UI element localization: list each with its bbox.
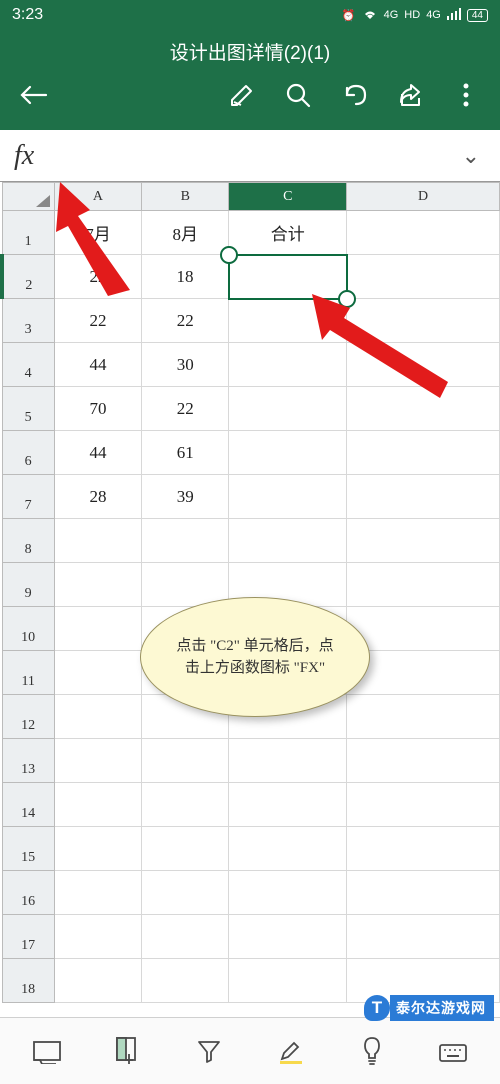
row-header-4[interactable]: 4 <box>2 343 54 387</box>
document-title: 设计出图详情(2)(1) <box>0 30 500 77</box>
filter-button[interactable] <box>187 1029 231 1073</box>
hd-icon: HD <box>404 9 420 21</box>
cell-a1[interactable]: 7月 <box>54 211 141 255</box>
status-bar: 3:23 ⏰ 4G HD 4G 44 <box>0 0 500 30</box>
row-header-17[interactable]: 17 <box>2 915 54 959</box>
cell-b3[interactable]: 22 <box>142 299 229 343</box>
more-button[interactable] <box>448 77 484 113</box>
row-header-3[interactable]: 3 <box>2 299 54 343</box>
alarm-icon: ⏰ <box>342 9 356 22</box>
col-header-b[interactable]: B <box>142 183 229 211</box>
share-button[interactable] <box>392 77 428 113</box>
watermark-badge: T <box>364 995 390 1021</box>
wifi-icon <box>362 8 378 23</box>
cell-d4[interactable] <box>347 343 500 387</box>
cell-b4[interactable]: 30 <box>142 343 229 387</box>
app-header: 设计出图详情(2)(1) <box>0 30 500 130</box>
status-time: 3:23 <box>12 6 43 24</box>
signal-bars-icon <box>447 8 461 23</box>
edit-button[interactable] <box>224 77 260 113</box>
row-header-16[interactable]: 16 <box>2 871 54 915</box>
cell-c5[interactable] <box>229 387 347 431</box>
cell-a4[interactable]: 44 <box>54 343 141 387</box>
row-header-1[interactable]: 1 <box>2 211 54 255</box>
annotation-callout: 点击 "C2" 单元格后，点击上方函数图标 "FX" <box>140 597 370 717</box>
cell-b1[interactable]: 8月 <box>142 211 229 255</box>
formula-bar[interactable]: fx ⌄ <box>0 130 500 182</box>
cell-a7[interactable]: 28 <box>54 475 141 519</box>
col-header-a[interactable]: A <box>54 183 141 211</box>
row-header-14[interactable]: 14 <box>2 783 54 827</box>
row-header-5[interactable]: 5 <box>2 387 54 431</box>
highlight-button[interactable] <box>269 1029 313 1073</box>
cell-a5[interactable]: 70 <box>54 387 141 431</box>
row-header-7[interactable]: 7 <box>2 475 54 519</box>
signal-4g-1: 4G <box>384 9 399 21</box>
row-header-8[interactable]: 8 <box>2 519 54 563</box>
bottom-toolbar <box>0 1017 500 1084</box>
cell-c3[interactable] <box>229 299 347 343</box>
cell-d7[interactable] <box>347 475 500 519</box>
select-all-corner[interactable] <box>2 183 54 211</box>
sheet-tab-button[interactable] <box>25 1029 69 1073</box>
cell-b6[interactable]: 61 <box>142 431 229 475</box>
selection-handle-tl[interactable] <box>220 246 238 264</box>
row-header-18[interactable]: 18 <box>2 959 54 1003</box>
chevron-down-icon[interactable]: ⌄ <box>462 143 480 169</box>
cell-b2[interactable]: 18 <box>142 255 229 299</box>
cell-d6[interactable] <box>347 431 500 475</box>
signal-4g-2: 4G <box>426 9 441 21</box>
search-button[interactable] <box>280 77 316 113</box>
status-indicators: ⏰ 4G HD 4G 44 <box>342 8 488 23</box>
cell-c1[interactable]: 合计 <box>229 211 347 255</box>
watermark-text: 泰尔达游戏网 <box>390 995 494 1021</box>
spreadsheet-grid[interactable]: A B C D 1 7月 8月 合计 2 22 18 3 22 22 4 44 … <box>0 182 500 1017</box>
cell-c4[interactable] <box>229 343 347 387</box>
view-button[interactable] <box>106 1029 150 1073</box>
idea-button[interactable] <box>350 1029 394 1073</box>
cell-c7[interactable] <box>229 475 347 519</box>
row-header-2[interactable]: 2 <box>2 255 54 299</box>
battery-level: 44 <box>467 9 488 22</box>
row-header-15[interactable]: 15 <box>2 827 54 871</box>
cell-c6[interactable] <box>229 431 347 475</box>
cell-d1[interactable] <box>347 211 500 255</box>
cell-b5[interactable]: 22 <box>142 387 229 431</box>
keyboard-button[interactable] <box>431 1029 475 1073</box>
selection-handle-br[interactable] <box>338 290 356 308</box>
cell-a2[interactable]: 22 <box>54 255 141 299</box>
col-header-d[interactable]: D <box>347 183 500 211</box>
watermark: T 泰尔达游戏网 <box>364 995 494 1021</box>
col-header-c[interactable]: C <box>229 183 347 211</box>
row-header-12[interactable]: 12 <box>2 695 54 739</box>
cell-a3[interactable]: 22 <box>54 299 141 343</box>
cell-b7[interactable]: 39 <box>142 475 229 519</box>
back-button[interactable] <box>16 77 52 113</box>
cell-d2[interactable] <box>347 255 500 299</box>
cell-c2-selected[interactable] <box>229 255 347 299</box>
cell-a6[interactable]: 44 <box>54 431 141 475</box>
row-header-9[interactable]: 9 <box>2 563 54 607</box>
undo-button[interactable] <box>336 77 372 113</box>
cell-d3[interactable] <box>347 299 500 343</box>
row-header-10[interactable]: 10 <box>2 607 54 651</box>
row-header-13[interactable]: 13 <box>2 739 54 783</box>
cell-d5[interactable] <box>347 387 500 431</box>
row-header-6[interactable]: 6 <box>2 431 54 475</box>
row-header-11[interactable]: 11 <box>2 651 54 695</box>
fx-button[interactable]: fx <box>14 140 34 172</box>
